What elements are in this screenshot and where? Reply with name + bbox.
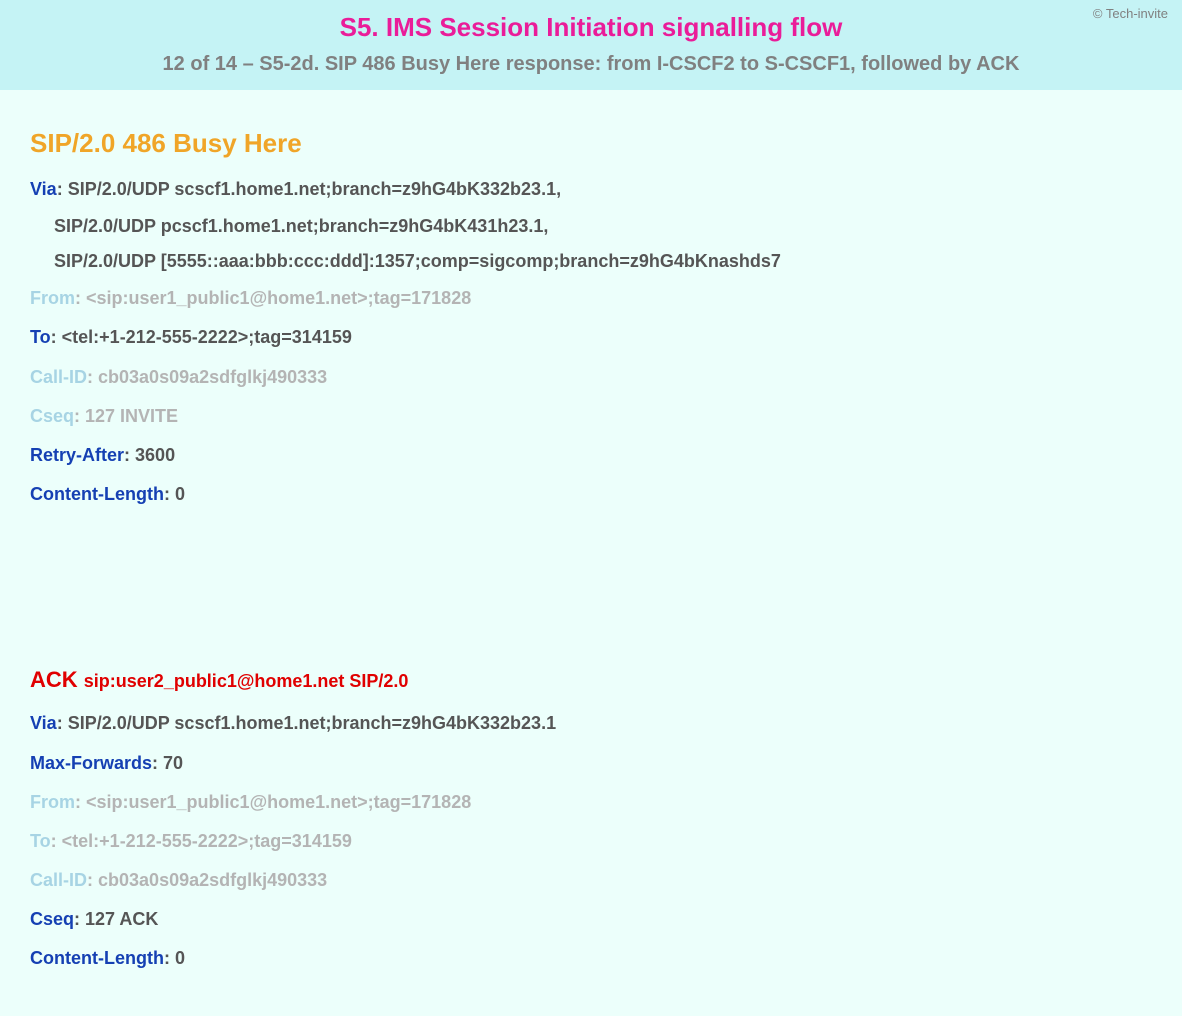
resp-from-header: From: <sip:user1_public1@home1.net>;tag=…: [30, 286, 1152, 311]
ack-uri: sip:user2_public1@home1.net SIP/2.0: [84, 671, 409, 691]
resp-to-value: <tel:+1-212-555-2222>;tag=314159: [62, 327, 352, 347]
ack-clen-header: Content-Length: 0: [30, 946, 1152, 971]
ack-from-header: From: <sip:user1_public1@home1.net>;tag=…: [30, 790, 1152, 815]
page-subtitle: 12 of 14 – S5-2d. SIP 486 Busy Here resp…: [20, 53, 1162, 76]
resp-via-value: SIP/2.0/UDP scscf1.home1.net;branch=z9hG…: [68, 179, 561, 199]
resp-clen-header: Content-Length: 0: [30, 482, 1152, 507]
resp-from-label: From: [30, 288, 75, 308]
resp-clen-label: Content-Length: [30, 484, 164, 504]
resp-retry-header: Retry-After: 3600: [30, 443, 1152, 468]
copyright-text: © Tech-invite: [1093, 6, 1168, 21]
ack-cseq-label: Cseq: [30, 909, 74, 929]
ack-method: ACK: [30, 667, 84, 692]
resp-clen-value: 0: [175, 484, 185, 504]
ack-callid-header: Call-ID: cb03a0s09a2sdfglkj490333: [30, 868, 1152, 893]
ack-clen-label: Content-Length: [30, 948, 164, 968]
header-band: © Tech-invite S5. IMS Session Initiation…: [0, 0, 1182, 90]
resp-to-header: To: <tel:+1-212-555-2222>;tag=314159: [30, 325, 1152, 350]
ack-from-value: <sip:user1_public1@home1.net>;tag=171828: [86, 792, 471, 812]
ack-to-label: To: [30, 831, 51, 851]
page-title: S5. IMS Session Initiation signalling fl…: [20, 12, 1162, 43]
resp-via-cont1: SIP/2.0/UDP pcscf1.home1.net;branch=z9hG…: [54, 216, 1152, 237]
content-area: SIP/2.0 486 Busy Here Via: SIP/2.0/UDP s…: [0, 90, 1182, 1016]
ack-callid-label: Call-ID: [30, 870, 87, 890]
ack-request-line: ACK sip:user2_public1@home1.net SIP/2.0: [30, 667, 1152, 693]
resp-retry-value: 3600: [135, 445, 175, 465]
resp-via-header: Via: SIP/2.0/UDP scscf1.home1.net;branch…: [30, 177, 1152, 202]
ack-clen-value: 0: [175, 948, 185, 968]
resp-retry-label: Retry-After: [30, 445, 124, 465]
resp-callid-header: Call-ID: cb03a0s09a2sdfglkj490333: [30, 365, 1152, 390]
ack-maxf-label: Max-Forwards: [30, 753, 152, 773]
ack-maxf-header: Max-Forwards: 70: [30, 751, 1152, 776]
resp-callid-value: cb03a0s09a2sdfglkj490333: [98, 367, 327, 387]
ack-to-header: To: <tel:+1-212-555-2222>;tag=314159: [30, 829, 1152, 854]
resp-from-value: <sip:user1_public1@home1.net>;tag=171828: [86, 288, 471, 308]
resp-callid-label: Call-ID: [30, 367, 87, 387]
ack-callid-value: cb03a0s09a2sdfglkj490333: [98, 870, 327, 890]
ack-via-value: SIP/2.0/UDP scscf1.home1.net;branch=z9hG…: [68, 713, 556, 733]
ack-maxf-value: 70: [163, 753, 183, 773]
resp-via-cont2: SIP/2.0/UDP [5555::aaa:bbb:ccc:ddd]:1357…: [54, 251, 1152, 272]
ack-cseq-header: Cseq: 127 ACK: [30, 907, 1152, 932]
ack-cseq-value: 127 ACK: [85, 909, 158, 929]
resp-cseq-header: Cseq: 127 INVITE: [30, 404, 1152, 429]
ack-from-label: From: [30, 792, 75, 812]
ack-via-header: Via: SIP/2.0/UDP scscf1.home1.net;branch…: [30, 711, 1152, 736]
ack-via-label: Via: [30, 713, 57, 733]
resp-to-label: To: [30, 327, 51, 347]
ack-to-value: <tel:+1-212-555-2222>;tag=314159: [62, 831, 352, 851]
resp-cseq-value: 127 INVITE: [85, 406, 178, 426]
resp-cseq-label: Cseq: [30, 406, 74, 426]
resp-via-label: Via: [30, 179, 57, 199]
sip-status-line: SIP/2.0 486 Busy Here: [30, 128, 1152, 159]
